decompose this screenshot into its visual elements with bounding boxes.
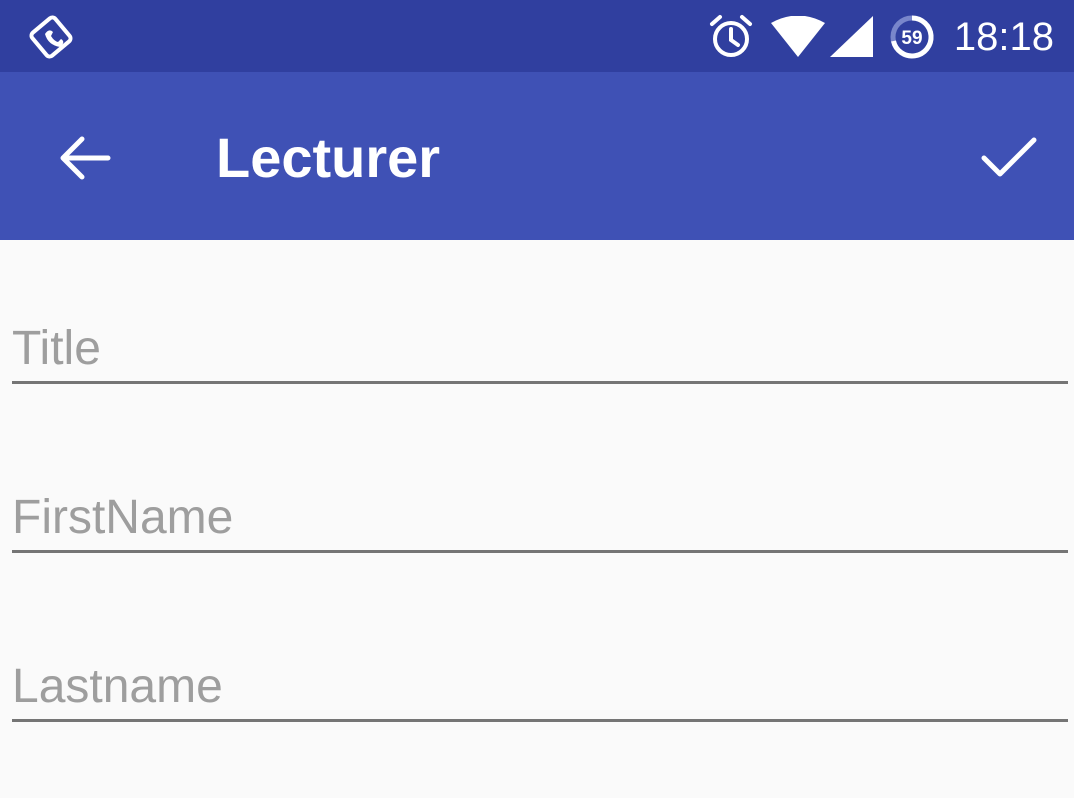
cell-signal-icon	[830, 16, 873, 57]
page-title: Lecturer	[216, 126, 441, 189]
firstname-field-container	[12, 484, 1068, 554]
confirm-button[interactable]	[974, 128, 1044, 188]
battery-level: 59	[901, 28, 922, 49]
battery-saver-icon: 59	[890, 15, 934, 59]
status-bar: 59 18:18	[0, 0, 1074, 72]
back-button[interactable]	[50, 130, 120, 186]
status-clock: 18:18	[953, 15, 1054, 59]
app-bar: Lecturer	[0, 72, 1074, 240]
alarm-icon	[710, 15, 752, 57]
check-icon	[981, 137, 1037, 177]
title-field-container	[12, 315, 1068, 385]
lastname-field-container	[12, 653, 1068, 723]
arrow-back-icon	[60, 136, 111, 180]
firstname-input[interactable]	[12, 484, 1068, 553]
lastname-input[interactable]	[12, 653, 1068, 722]
phone-vibrate-icon	[29, 15, 73, 59]
wifi-icon	[771, 16, 825, 57]
title-input[interactable]	[12, 315, 1068, 384]
